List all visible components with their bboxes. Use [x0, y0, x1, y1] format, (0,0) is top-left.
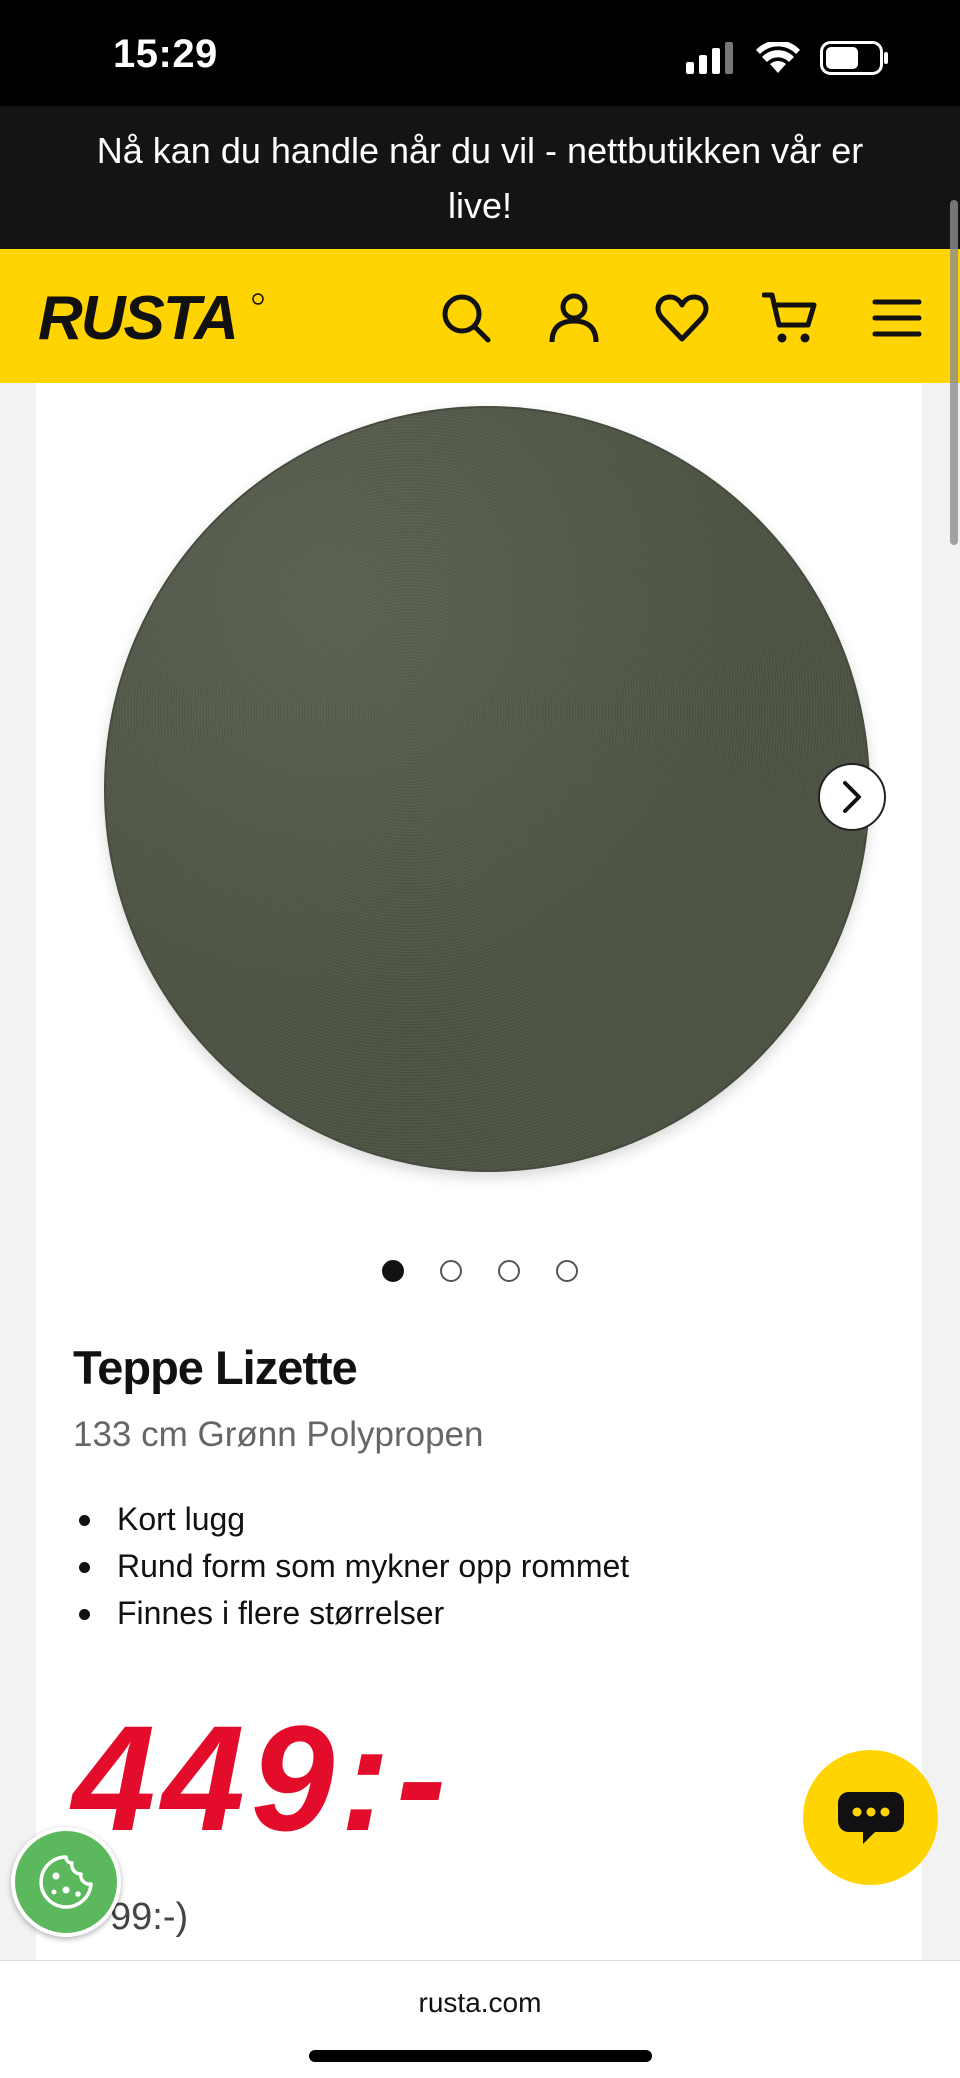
- gallery-dot-1[interactable]: [382, 1260, 404, 1282]
- wifi-icon: [756, 42, 800, 73]
- page-scrollbar[interactable]: [950, 200, 958, 545]
- feature-item: Finnes i flere størrelser: [73, 1590, 629, 1637]
- cart-button[interactable]: [757, 285, 823, 351]
- chevron-right-icon: [843, 781, 861, 813]
- search-button[interactable]: [433, 285, 499, 351]
- logo-text: RUSTA: [38, 287, 237, 347]
- account-button[interactable]: [541, 285, 607, 351]
- user-icon: [549, 293, 599, 343]
- wishlist-button[interactable]: [649, 285, 715, 351]
- cookie-settings-button[interactable]: [11, 1827, 121, 1937]
- feature-text: Kort lugg: [117, 1501, 246, 1537]
- product-image-rug: [104, 406, 870, 1172]
- status-bar: 15:29: [0, 0, 960, 106]
- cart-icon: [762, 292, 817, 343]
- rusta-logo-icon: RUSTA: [38, 284, 264, 353]
- bullet-icon: [79, 1515, 90, 1526]
- heart-icon: [655, 294, 709, 342]
- battery-icon: [820, 41, 888, 75]
- feature-list: Kort lugg Rund form som mykner opp romme…: [73, 1496, 629, 1637]
- home-indicator: [309, 2050, 652, 2062]
- product-subtitle: 133 cm Grønn Polypropen: [73, 1415, 484, 1454]
- rusta-logo[interactable]: RUSTA: [36, 284, 271, 353]
- gallery-pagination: [382, 1260, 578, 1282]
- product-card: Teppe Lizette 133 cm Grønn Polypropen Ko…: [36, 383, 922, 1960]
- menu-icon: [872, 299, 922, 337]
- cookie-icon: [39, 1855, 93, 1909]
- gallery-dot-2[interactable]: [440, 1260, 462, 1282]
- announcement-banner: Nå kan du handle når du vil - nettbutikk…: [0, 106, 960, 249]
- feature-item: Kort lugg: [73, 1496, 629, 1543]
- gallery-next-button[interactable]: [818, 763, 886, 831]
- bullet-icon: [79, 1562, 90, 1573]
- browser-url[interactable]: rusta.com: [0, 1987, 960, 2019]
- banner-text: Nå kan du handle når du vil - nettbutikk…: [96, 129, 864, 226]
- product-image-gallery[interactable]: [84, 383, 890, 1195]
- chat-bubble-icon: [837, 1791, 904, 1844]
- previous-price: 99:-): [110, 1896, 189, 1938]
- feature-item: Rund form som mykner opp rommet: [73, 1543, 629, 1590]
- site-header: RUSTA: [0, 249, 960, 383]
- chat-button[interactable]: [803, 1750, 938, 1885]
- feature-text: Rund form som mykner opp rommet: [117, 1548, 630, 1584]
- gallery-dot-3[interactable]: [498, 1260, 520, 1282]
- signal-icon: [686, 42, 733, 74]
- search-icon: [442, 294, 491, 343]
- gallery-dot-4[interactable]: [556, 1260, 578, 1282]
- status-icons: [686, 38, 890, 78]
- status-time: 15:29: [113, 32, 218, 76]
- browser-bottom-bar: rusta.com: [0, 1960, 960, 2078]
- menu-button[interactable]: [864, 285, 930, 351]
- bullet-icon: [79, 1609, 90, 1620]
- product-title: Teppe Lizette: [73, 1341, 358, 1394]
- product-price: 449:-: [72, 1694, 453, 1862]
- feature-text: Finnes i flere størrelser: [117, 1595, 445, 1631]
